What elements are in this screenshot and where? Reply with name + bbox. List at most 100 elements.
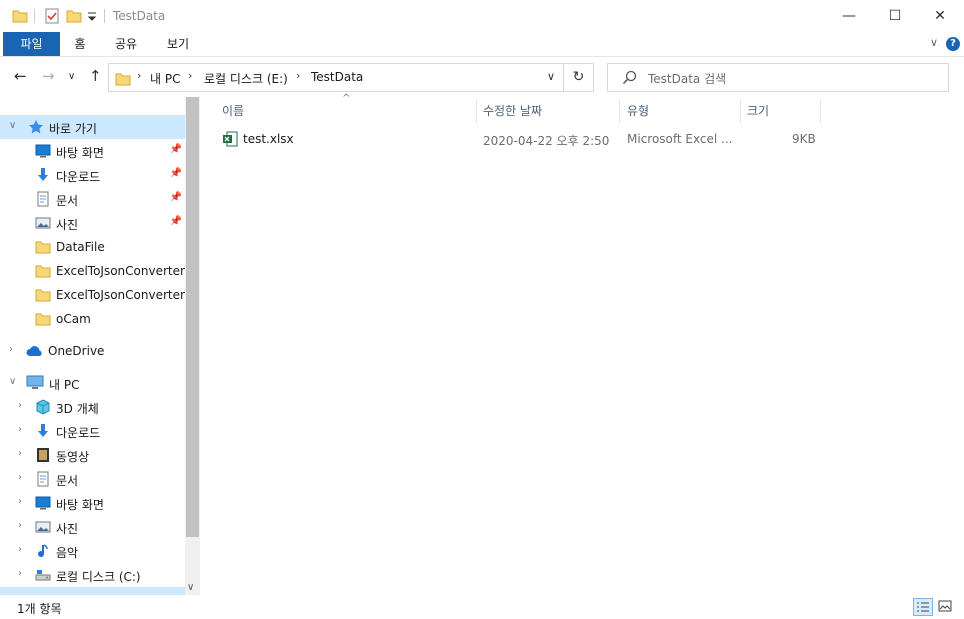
ribbon-collapse-icon[interactable]: ∨ xyxy=(930,36,938,49)
desktop-icon xyxy=(35,496,51,510)
column-divider[interactable] xyxy=(740,99,741,123)
tab-view[interactable]: 보기 xyxy=(160,32,196,56)
sidebar-item-pc-desktop[interactable]: › 바탕 화면 xyxy=(0,491,185,515)
download-icon xyxy=(38,168,48,181)
sidebar-item-pc-pictures[interactable]: › 사진 xyxy=(0,515,185,539)
scrollbar-thumb[interactable] xyxy=(186,97,199,537)
expand-icon[interactable]: › xyxy=(18,544,22,555)
navigation-bar: ← → ∨ ↑ › 내 PC › 로컬 디스크 (E:) › TestData … xyxy=(0,57,964,97)
search-input[interactable]: TestData 검색 xyxy=(648,70,726,87)
file-list: 이름 ^ 수정한 날짜 유형 크기 test.xlsx 2020-04-22 오… xyxy=(210,93,964,595)
sidebar-item-documents[interactable]: 문서 📌 xyxy=(0,187,185,211)
sidebar-item-onedrive[interactable]: › OneDrive xyxy=(0,339,185,363)
sidebar-item-pc-documents[interactable]: › 문서 xyxy=(0,467,185,491)
pin-icon[interactable]: 📌 xyxy=(170,168,182,179)
details-view-button[interactable] xyxy=(913,598,933,616)
sidebar-item-datafile[interactable]: DataFile xyxy=(0,235,185,259)
search-box[interactable]: TestData 검색 xyxy=(607,63,949,92)
file-type: Microsoft Excel ... xyxy=(627,132,733,146)
close-button[interactable]: ✕ xyxy=(917,0,963,32)
expand-icon[interactable]: › xyxy=(9,344,13,355)
computer-icon xyxy=(26,375,44,389)
address-dropdown-icon[interactable]: ∨ xyxy=(547,70,555,83)
breadcrumb-separator[interactable]: › xyxy=(296,69,300,82)
pin-icon[interactable]: 📌 xyxy=(170,144,182,155)
details-view-icon xyxy=(917,602,929,612)
column-header-size[interactable]: 크기 xyxy=(747,97,769,125)
address-bar[interactable]: › 내 PC › 로컬 디스크 (E:) › TestData ∨ xyxy=(108,63,564,92)
expand-icon[interactable]: › xyxy=(18,400,22,411)
recent-locations-button[interactable]: ∨ xyxy=(68,71,75,82)
cloud-icon xyxy=(26,346,42,356)
column-header-modified[interactable]: 수정한 날짜 xyxy=(483,97,542,125)
maximize-button[interactable]: ☐ xyxy=(872,0,918,32)
pin-icon[interactable]: 📌 xyxy=(170,192,182,203)
folder-icon xyxy=(35,241,51,254)
sidebar-item-3d-objects[interactable]: › 3D 개체 xyxy=(0,395,185,419)
tab-file[interactable]: 파일 xyxy=(3,32,60,56)
expand-icon[interactable]: › xyxy=(18,496,22,507)
toolbar-separator xyxy=(104,9,105,23)
sidebar-item-pc-downloads[interactable]: › 다운로드 xyxy=(0,419,185,443)
sidebar-scrollbar[interactable]: ∨ xyxy=(185,97,200,595)
sidebar-item-label: oCam xyxy=(56,312,91,326)
properties-icon[interactable] xyxy=(44,8,60,24)
sidebar-item-local-disk-c[interactable]: › 로컬 디스크 (C:) xyxy=(0,563,185,587)
minimize-button[interactable]: — xyxy=(826,0,872,32)
column-divider[interactable] xyxy=(476,99,477,123)
sidebar-item-quick-access[interactable]: ∨ 바로 가기 xyxy=(0,115,185,139)
help-icon[interactable]: ? xyxy=(946,37,960,51)
collapse-icon[interactable]: ∨ xyxy=(9,376,16,387)
folder-icon xyxy=(35,265,51,278)
sidebar-item-downloads[interactable]: 다운로드 📌 xyxy=(0,163,185,187)
expand-icon[interactable]: › xyxy=(18,520,22,531)
expand-icon[interactable]: › xyxy=(18,568,22,579)
column-header-type[interactable]: 유형 xyxy=(627,97,649,125)
sidebar-item-label: 다운로드 xyxy=(56,170,101,184)
sidebar-item-exceltojsonconverterde[interactable]: ExcelToJsonConverterDe xyxy=(0,283,185,307)
column-divider[interactable] xyxy=(619,99,620,123)
expand-icon[interactable]: › xyxy=(18,448,22,459)
up-button[interactable]: ↑ xyxy=(89,67,102,85)
sidebar-item-videos[interactable]: › 동영상 xyxy=(0,443,185,467)
breadcrumb-this-pc[interactable]: 내 PC xyxy=(150,70,180,87)
tab-share[interactable]: 공유 xyxy=(108,32,144,56)
sidebar-item-local-disk-e[interactable] xyxy=(0,587,185,595)
sidebar-item-music[interactable]: › 음악 xyxy=(0,539,185,563)
tab-home[interactable]: 홈 xyxy=(66,32,94,56)
collapse-icon[interactable]: ∨ xyxy=(9,120,16,131)
item-count: 1개 항목 xyxy=(17,602,62,616)
file-row[interactable]: test.xlsx 2020-04-22 오후 2:50 Microsoft E… xyxy=(210,127,822,151)
breadcrumb-separator[interactable]: › xyxy=(137,69,141,82)
file-size: 9KB xyxy=(792,132,816,146)
window-title: TestData xyxy=(113,9,166,23)
picture-icon xyxy=(35,521,51,533)
refresh-button[interactable]: ↻ xyxy=(564,63,594,92)
sidebar-item-label: 로컬 디스크 (C:) xyxy=(56,570,141,584)
large-icons-view-button[interactable] xyxy=(936,598,956,616)
expand-icon[interactable]: › xyxy=(18,472,22,483)
breadcrumb-local-disk-e[interactable]: 로컬 디스크 (E:) xyxy=(204,70,288,87)
pin-icon[interactable]: 📌 xyxy=(170,216,182,227)
folder-icon xyxy=(12,10,28,23)
expand-icon[interactable]: › xyxy=(18,424,22,435)
new-folder-icon[interactable] xyxy=(66,8,82,24)
breadcrumb-separator[interactable]: › xyxy=(188,69,192,82)
sidebar-item-this-pc[interactable]: ∨ 내 PC xyxy=(0,371,185,395)
forward-button[interactable]: → xyxy=(42,67,55,85)
sidebar-item-pictures[interactable]: 사진 📌 xyxy=(0,211,185,235)
file-name[interactable]: test.xlsx xyxy=(243,132,294,146)
sidebar-item-label: 문서 xyxy=(56,474,79,488)
sidebar-item-ocam[interactable]: oCam xyxy=(0,307,185,331)
sidebar-item-exceltojsonconverter[interactable]: ExcelToJsonConverter xyxy=(0,259,185,283)
customize-dropdown-icon[interactable] xyxy=(87,8,97,24)
status-bar: 1개 항목 xyxy=(0,595,964,619)
scroll-down-icon[interactable]: ∨ xyxy=(187,582,194,593)
back-button[interactable]: ← xyxy=(14,67,27,85)
sidebar-item-desktop[interactable]: 바탕 화면 📌 xyxy=(0,139,185,163)
column-divider[interactable] xyxy=(820,99,821,123)
sidebar-item-label: 내 PC xyxy=(49,378,80,392)
ribbon-tabs: 파일 홈 공유 보기 ∨ ? xyxy=(0,32,964,57)
column-header-name[interactable]: 이름 xyxy=(222,97,244,125)
breadcrumb-testdata[interactable]: TestData xyxy=(311,70,363,84)
